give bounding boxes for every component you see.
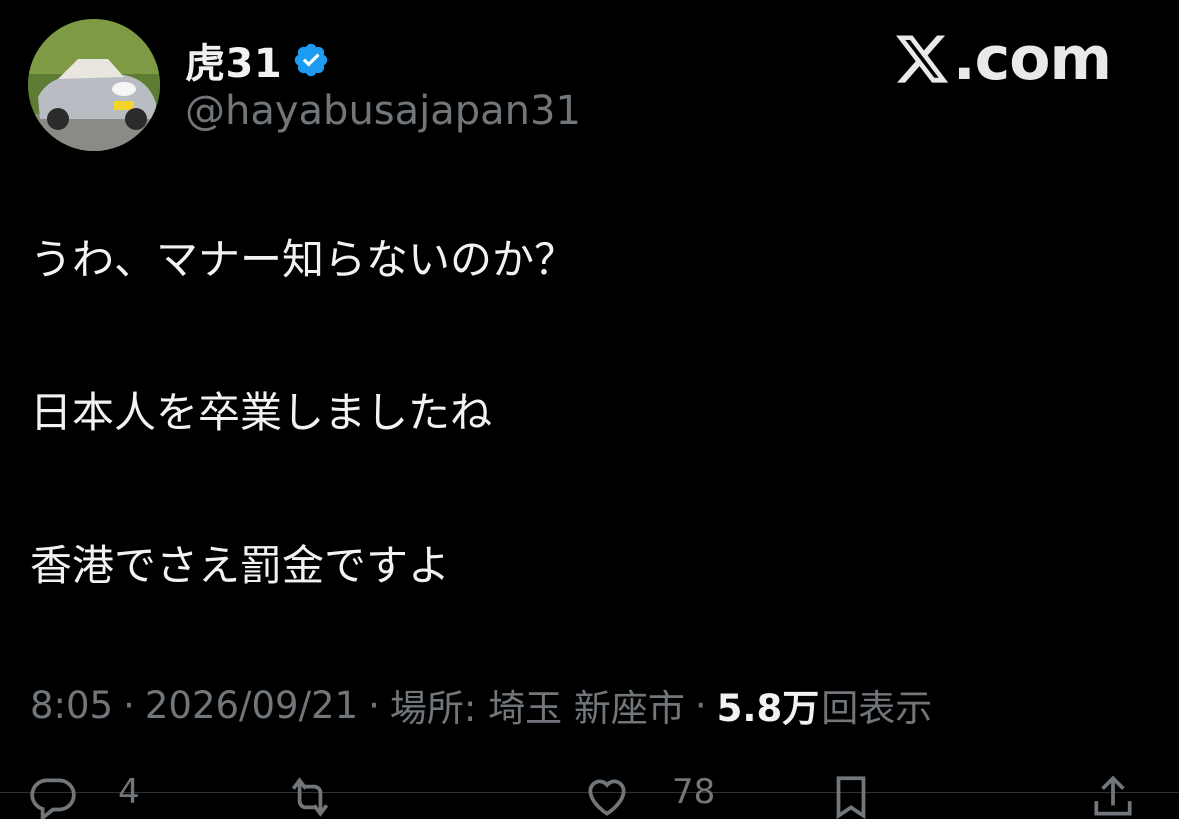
- x-brand: .com: [893, 24, 1112, 94]
- tweet-screenshot: 虎31 @hayabusajapan31 .com うわ、マナー知らないのか？ …: [0, 0, 1179, 819]
- retweet-button[interactable]: [285, 772, 335, 819]
- separator: ·: [123, 683, 135, 727]
- brand-text: .com: [952, 24, 1112, 94]
- retweet-icon: [291, 777, 329, 817]
- display-name[interactable]: 虎31: [185, 31, 282, 89]
- tweet-location[interactable]: 場所: 埼玉 新座市: [390, 678, 685, 732]
- separator: ·: [368, 683, 380, 727]
- x-logo-icon: [895, 35, 949, 83]
- share-icon: [1094, 775, 1132, 816]
- reply-icon: [30, 778, 76, 819]
- tweet-time[interactable]: 8:05: [30, 684, 113, 727]
- like-button[interactable]: 78: [582, 772, 715, 819]
- like-icon: [588, 779, 626, 816]
- bookmark-icon: [836, 776, 866, 819]
- avatar[interactable]: [28, 19, 160, 151]
- name-row: 虎31: [185, 31, 330, 89]
- tweet-line: 香港でさえ罰金ですよ: [30, 541, 451, 590]
- verified-badge-icon: [294, 43, 328, 77]
- tweet-line: うわ、マナー知らないのか？: [30, 235, 577, 284]
- share-button[interactable]: [1088, 772, 1138, 819]
- like-count: 78: [672, 772, 716, 812]
- reply-count: 4: [118, 772, 140, 812]
- reply-button[interactable]: 4: [28, 772, 140, 819]
- views-count[interactable]: 5.8万: [717, 678, 820, 732]
- bookmark-button[interactable]: [826, 772, 876, 819]
- tweet-text: うわ、マナー知らないのか？ 日本人を卒業しましたね 香港でさえ罰金ですよ: [30, 230, 1150, 596]
- avatar-image: [28, 19, 160, 151]
- tweet-line: 日本人を卒業しましたね: [30, 388, 493, 437]
- user-handle[interactable]: @hayabusajapan31: [185, 88, 581, 134]
- separator: ·: [694, 683, 707, 727]
- views-label: 回表示: [821, 687, 933, 730]
- action-bar: 4 78: [0, 772, 1179, 819]
- tweet-metadata: 8:05 · 2026/09/21 · 場所: 埼玉 新座市 · 5.8万 回表…: [30, 678, 932, 732]
- tweet-date[interactable]: 2026/09/21: [145, 684, 358, 727]
